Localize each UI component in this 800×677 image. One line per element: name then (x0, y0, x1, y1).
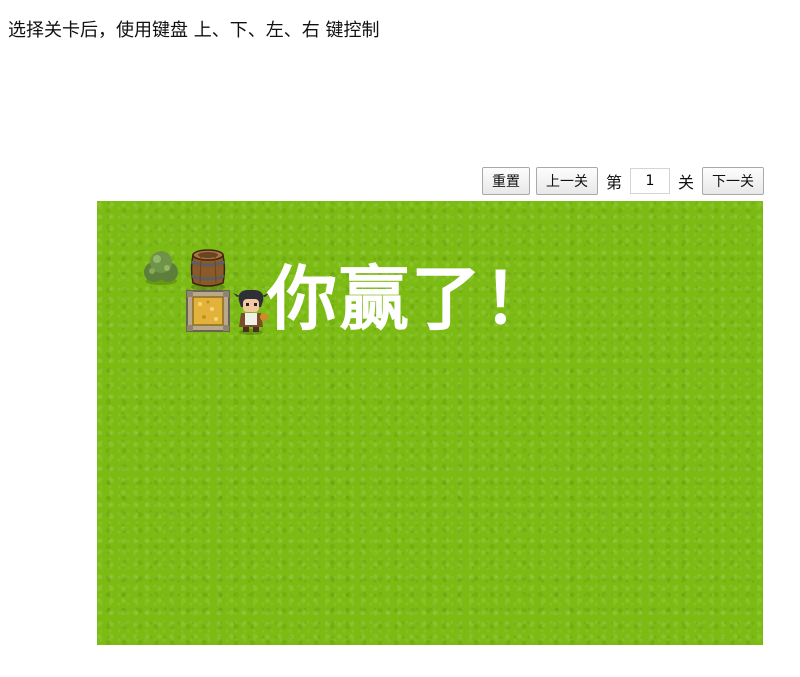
reset-button[interactable]: 重置 (481, 167, 530, 195)
win-message: 你赢了！ (267, 258, 555, 340)
bush-icon (141, 247, 181, 287)
level-controls: 重置 上一关 第 关 下一关 (481, 166, 764, 196)
barrel-icon (186, 245, 230, 291)
game-board[interactable]: 你赢了！ (97, 201, 763, 645)
level-number-input[interactable] (629, 168, 670, 194)
prev-level-button[interactable]: 上一关 (535, 167, 598, 195)
next-level-button[interactable]: 下一关 (702, 167, 764, 195)
level-prefix-label: 第 (605, 173, 622, 192)
level-suffix-label: 关 (677, 173, 694, 192)
instructions-text: 选择关卡后，使用键盘 上、下、左、右 键控制 (8, 20, 380, 41)
player-icon (231, 287, 271, 335)
target-icon (184, 288, 232, 334)
